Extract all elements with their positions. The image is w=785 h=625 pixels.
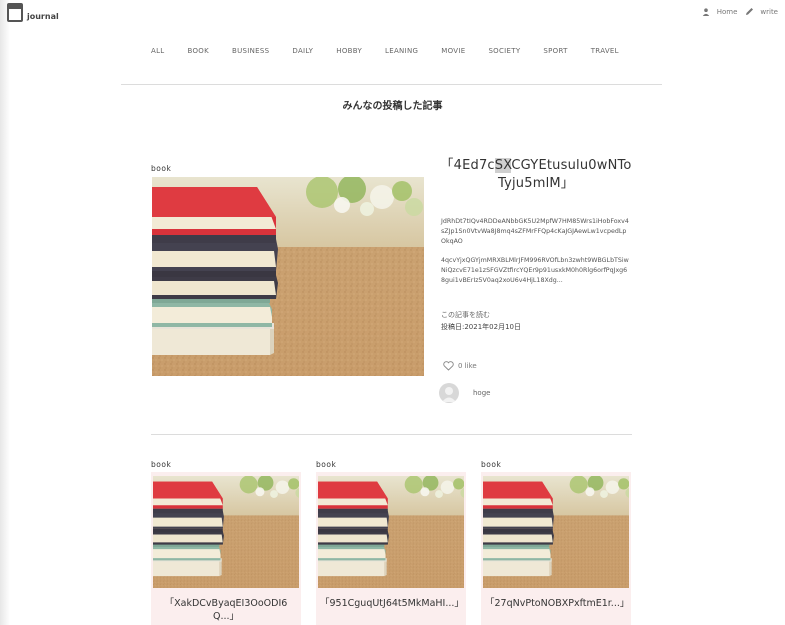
heart-icon [443,361,454,371]
featured-category: book [151,164,172,173]
write-label: write [760,7,778,16]
featured-title-end: CGYEtusulu0wNToTyju5mlM」 [497,158,632,191]
card-title: 「XakDCvByaqEI3OoODI6Q...」 [164,598,288,622]
author: hoge [439,383,490,403]
featured-excerpt-paragraph-2: 4qcvYjxQGYjmMRXBLMlrJFM996RVOfLbn3zwht9W… [441,257,629,284]
nav-item-sport[interactable]: SPORT [543,47,567,55]
nav-item-daily[interactable]: DAILY [292,47,313,55]
featured-excerpt-paragraph-1: JdRhDt7tIQv4RDDeANbbGK5U2MpfW7HM85Wrs1iH… [441,218,629,245]
article-card[interactable]: 「XakDCvByaqEI3OoODI6Q...」 [151,472,301,625]
pencil-icon [745,7,754,16]
category-nav: ALL BOOK BUSINESS DAILY HOBBY LEANING MO… [151,47,619,55]
logo-text: journal [27,12,59,21]
card-image [318,476,464,588]
nav-item-travel[interactable]: TRAVEL [591,47,619,55]
author-name[interactable]: hoge [473,389,490,397]
nav-item-leaning[interactable]: LEANING [385,47,418,55]
card-title: 「27qNvPtoNOBXPxftmE1r...」 [485,598,630,609]
nav-item-society[interactable]: SOCIETY [488,47,520,55]
card-image [153,476,299,588]
card-title: 「951CguqUtJ64t5MkMaHI...」 [320,598,464,609]
book-logo-icon [7,3,23,22]
card-image [483,476,629,588]
featured-image[interactable] [152,177,424,376]
card-2-category: book [316,460,337,469]
avatar[interactable] [439,383,459,403]
person-icon [702,7,711,16]
section-divider [151,434,632,435]
like-button[interactable]: 0 like [443,361,477,371]
card-1-category: book [151,460,172,469]
like-count: 0 like [458,362,477,370]
post-date: 投稿日:2021年02月10日 [441,323,521,331]
read-more-link[interactable]: この記事を読む [441,310,490,320]
header-divider [121,84,662,85]
nav-item-book[interactable]: BOOK [188,47,210,55]
card-3-category: book [481,460,502,469]
page-title: みんなの投稿した記事 [342,101,443,112]
write-link[interactable]: write [745,7,778,16]
article-card[interactable]: 「951CguqUtJ64t5MkMaHI...」 [316,472,466,625]
top-links: Home write [702,7,778,16]
article-card[interactable]: 「27qNvPtoNOBXPxftmE1r...」 [481,472,631,625]
page-edge-shadow [0,0,10,625]
nav-item-business[interactable]: BUSINESS [232,47,269,55]
featured-excerpt: JdRhDt7tIQv4RDDeANbbGK5U2MpfW7HM85Wrs1iH… [441,217,631,286]
nav-item-hobby[interactable]: HOBBY [336,47,362,55]
site-logo[interactable]: journal [7,3,59,22]
featured-title-selection: SX [494,158,512,173]
nav-item-movie[interactable]: MOVIE [441,47,465,55]
featured-title-start: 「4Ed7c [440,158,495,173]
home-label: Home [716,7,738,16]
featured-title[interactable]: 「4Ed7cSXCGYEtusulu0wNToTyju5mlM」 [440,157,632,193]
home-link[interactable]: Home [702,7,738,16]
nav-item-all[interactable]: ALL [151,47,165,55]
